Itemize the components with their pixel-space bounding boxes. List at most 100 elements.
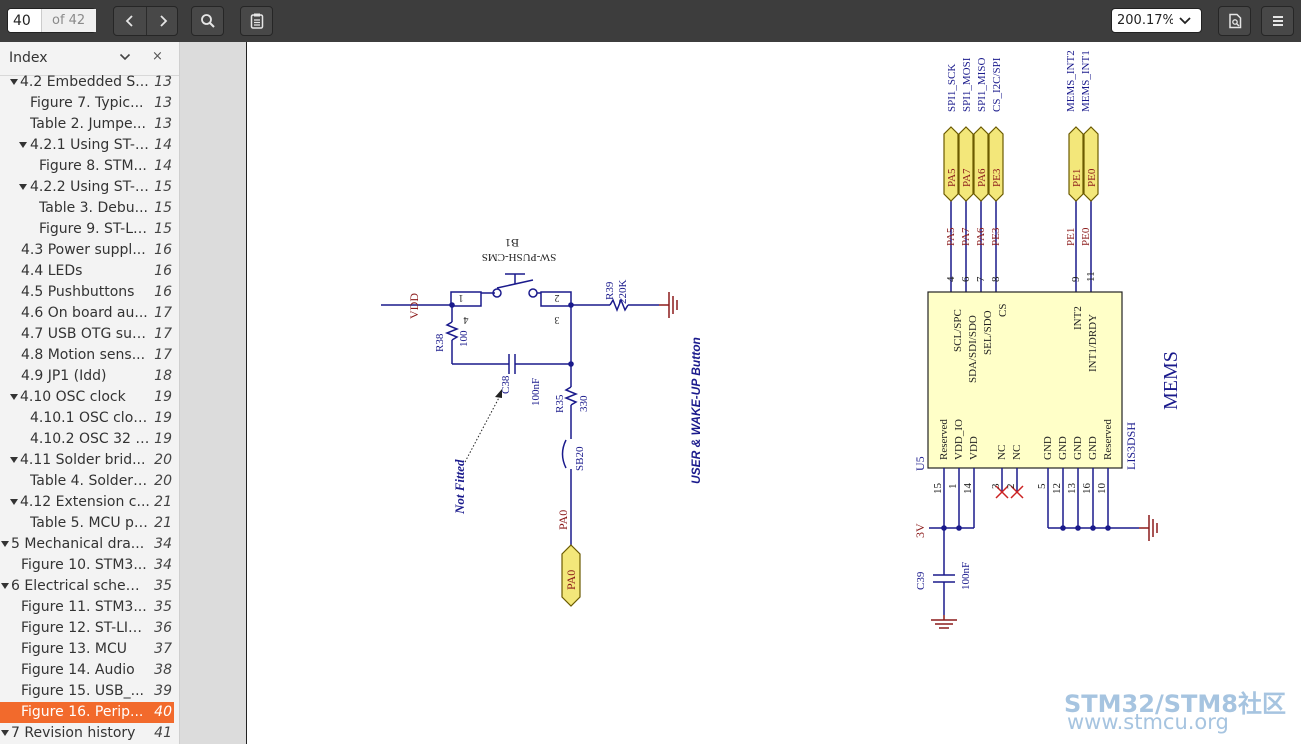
sidebar-index-item[interactable]: 5 Mechanical dra... 34 bbox=[0, 534, 174, 555]
expand-triangle-icon[interactable] bbox=[0, 723, 10, 744]
sidebar-index-item[interactable]: Figure 14. Audio 38 bbox=[0, 660, 174, 681]
sidebar-index-item[interactable]: Table 5. MCU pi... 21 bbox=[0, 513, 174, 534]
sidebar-item-page: 15 bbox=[154, 179, 172, 195]
net-cs-i2c-spi: CS_I2C/SPI bbox=[991, 57, 1003, 112]
sidebar-index-item[interactable]: 6 Electrical schem... 35 bbox=[0, 576, 174, 597]
expand-triangle-icon[interactable] bbox=[18, 135, 28, 156]
expand-triangle-icon[interactable] bbox=[9, 492, 19, 513]
port-pa7: PA7 bbox=[961, 168, 973, 187]
sidebar-index-item[interactable]: 4.4 LEDs 16 bbox=[0, 261, 174, 282]
sidebar-item-page: 16 bbox=[154, 284, 172, 300]
sidebar-index-item[interactable]: Table 4. Solder ... 20 bbox=[0, 471, 174, 492]
sidebar-item-label: 5 Mechanical dra... bbox=[11, 536, 145, 552]
sidebar-index-item[interactable]: 4.5 Pushbuttons 16 bbox=[0, 282, 174, 303]
sidebar-item-page: 17 bbox=[154, 347, 172, 363]
b1-part: SW-PUSH-CMS bbox=[482, 251, 557, 263]
sidebar-item-page: 19 bbox=[154, 410, 172, 426]
annotations-button[interactable] bbox=[240, 6, 273, 36]
sidebar-index-item[interactable]: 4.2.1 Using ST-L... 14 bbox=[0, 135, 174, 156]
sidebar-index-item[interactable]: 4.12 Extension c... 21 bbox=[0, 492, 174, 513]
pin-name-gnd-12: GND bbox=[1057, 436, 1069, 460]
expand-triangle-icon[interactable] bbox=[18, 177, 28, 198]
u5-ref: U5 bbox=[913, 456, 927, 471]
sidebar-item-page: 16 bbox=[154, 242, 172, 258]
c38-value: 100nF bbox=[530, 378, 542, 406]
sidebar-index-item[interactable]: Figure 12. ST-LIN... 36 bbox=[0, 618, 174, 639]
sidebar-header: Index × bbox=[0, 42, 179, 76]
sidebar-index-item[interactable]: Figure 16. Perip... 40 bbox=[0, 702, 174, 723]
wire-net-pa6: PA6 bbox=[975, 227, 987, 246]
sidebar-index-item[interactable]: 4.9 JP1 (Idd) 18 bbox=[0, 366, 174, 387]
pin-name-gnd-13: GND bbox=[1072, 436, 1084, 460]
sidebar-index-item[interactable]: 7 Revision history 41 bbox=[0, 723, 174, 744]
sidebar-index-item[interactable]: 4.11 Solder brid... 20 bbox=[0, 450, 174, 471]
pin-10: 10 bbox=[1096, 483, 1108, 495]
sidebar-index-item[interactable]: 4.10.1 OSC cloc... 19 bbox=[0, 408, 174, 429]
c39-ref: C39 bbox=[915, 571, 927, 590]
r39-ref: R39 bbox=[604, 281, 616, 300]
r38-ref: R38 bbox=[434, 333, 446, 352]
sidebar-item-label: 4.8 Motion sens... bbox=[21, 347, 146, 363]
expand-triangle-icon[interactable] bbox=[9, 450, 19, 471]
port-pa6: PA6 bbox=[976, 168, 988, 187]
expand-triangle-icon[interactable] bbox=[0, 534, 10, 555]
r39-value: 220K bbox=[617, 280, 629, 305]
sb20-ref: SB20 bbox=[574, 446, 586, 471]
sidebar-index-item[interactable]: 4.6 On board au... 17 bbox=[0, 303, 174, 324]
previous-page-button[interactable] bbox=[114, 7, 146, 35]
r35-ref: R35 bbox=[554, 394, 566, 413]
sidebar-item-label: Figure 16. Perip... bbox=[21, 704, 144, 720]
expand-triangle-icon[interactable] bbox=[9, 387, 19, 408]
sidebar-index-item[interactable]: Figure 7. Typic... 13 bbox=[0, 93, 174, 114]
sidebar-item-page: 14 bbox=[154, 158, 172, 174]
sidebar-index-item[interactable]: Figure 10. STM3... 34 bbox=[0, 555, 174, 576]
sidebar-index-item[interactable]: Figure 11. STM3... 35 bbox=[0, 597, 174, 618]
pin-14: 14 bbox=[962, 483, 974, 495]
sidebar-index-item[interactable]: Figure 15. USB_... 39 bbox=[0, 681, 174, 702]
next-page-button[interactable] bbox=[147, 7, 178, 35]
document-properties-button[interactable] bbox=[1218, 6, 1251, 36]
sidebar-index-item[interactable]: 4.8 Motion sens... 17 bbox=[0, 345, 174, 366]
sidebar-index-item[interactable]: 4.10 OSC clock 19 bbox=[0, 387, 174, 408]
expand-triangle-icon[interactable] bbox=[9, 72, 19, 93]
sidebar-index-item[interactable]: 4.10.2 OSC 32 K... 19 bbox=[0, 429, 174, 450]
pin-15: 15 bbox=[932, 483, 944, 495]
sidebar-item-label: Figure 12. ST-LIN... bbox=[21, 620, 150, 636]
close-sidebar-button[interactable]: × bbox=[152, 49, 163, 64]
sidebar-item-label: 4.10 OSC clock bbox=[20, 389, 126, 405]
sidebar-index-item[interactable]: Figure 8. STM... 14 bbox=[0, 156, 174, 177]
b1-pin-4: 4 bbox=[464, 314, 469, 325]
wire-net-pe0: PE0 bbox=[1080, 227, 1092, 246]
chevron-down-icon bbox=[1179, 17, 1191, 25]
search-button[interactable] bbox=[191, 6, 224, 36]
sidebar-item-page: 36 bbox=[154, 620, 172, 636]
chevron-down-icon[interactable] bbox=[119, 52, 131, 62]
sidebar-item-label: Figure 14. Audio bbox=[21, 662, 135, 678]
page-number-field: of 42 bbox=[7, 8, 96, 33]
sidebar-item-label: 4.11 Solder brid... bbox=[20, 452, 146, 468]
sidebar-item-page: 20 bbox=[154, 452, 172, 468]
expand-triangle-icon[interactable] bbox=[0, 576, 10, 597]
sidebar-index-item[interactable]: 4.2 Embedded S... 13 bbox=[0, 72, 174, 93]
menu-button[interactable] bbox=[1261, 6, 1294, 36]
sidebar-scrollbar[interactable] bbox=[175, 76, 179, 744]
sidebar-index-item[interactable]: Figure 13. MCU 37 bbox=[0, 639, 174, 660]
sidebar-index-item[interactable]: Table 2. Jumpe... 13 bbox=[0, 114, 174, 135]
b1-ref: B1 bbox=[505, 236, 519, 250]
zoom-select[interactable]: 200.17% bbox=[1111, 8, 1202, 33]
sidebar-item-label: Table 5. MCU pi... bbox=[30, 515, 150, 531]
sidebar-index-item[interactable]: Figure 9. ST-Li... 15 bbox=[0, 219, 174, 240]
page-number-input[interactable] bbox=[8, 9, 40, 32]
sidebar-item-page: 21 bbox=[154, 494, 172, 510]
pin-11: 11 bbox=[1085, 271, 1097, 282]
sidebar-index-item[interactable]: Table 3. Debu... 15 bbox=[0, 198, 174, 219]
sidebar-index-item[interactable]: 4.2.2 Using ST-L... 15 bbox=[0, 177, 174, 198]
vdd-label: VDD bbox=[407, 293, 421, 319]
sidebar-item-page: 13 bbox=[154, 116, 172, 132]
sidebar-item-page: 15 bbox=[154, 221, 172, 237]
document-view[interactable]: VDD 1 2 4 3 B1 SW-PUSH-CMS R38 100 C38 1… bbox=[180, 42, 1301, 744]
pin-name-gnd-16: GND bbox=[1087, 436, 1099, 460]
sidebar-index-item[interactable]: 4.7 USB OTG sup... 17 bbox=[0, 324, 174, 345]
wire-net-pe3: PE3 bbox=[990, 227, 1002, 246]
sidebar-index-item[interactable]: 4.3 Power suppl... 16 bbox=[0, 240, 174, 261]
